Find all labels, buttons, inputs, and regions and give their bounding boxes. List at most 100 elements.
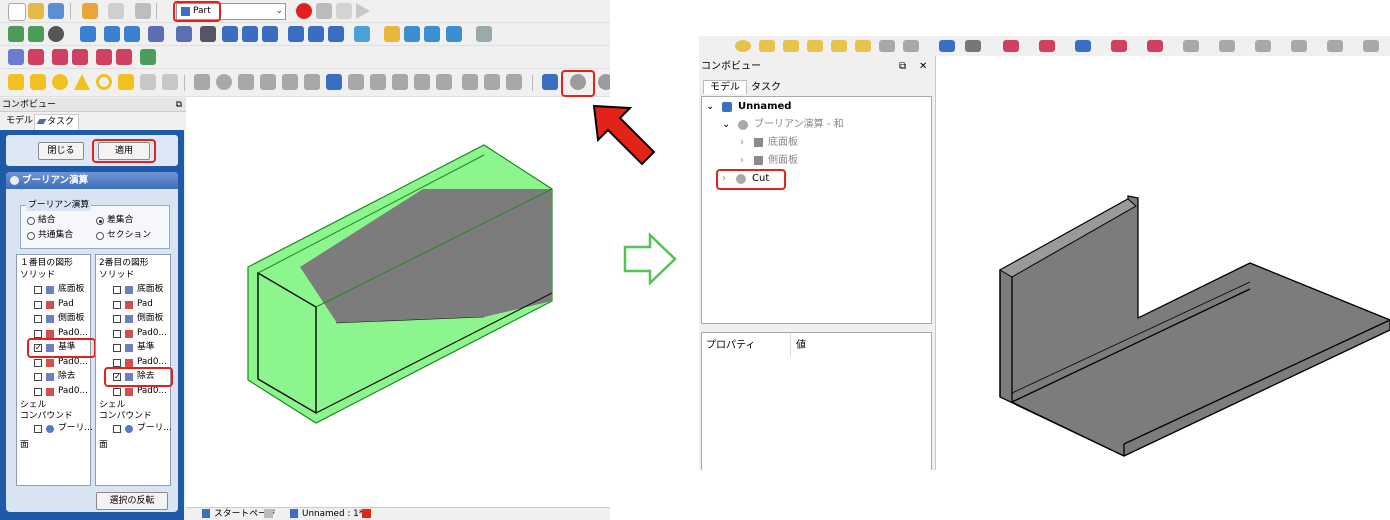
3d-view-left[interactable] [186,97,610,507]
first-compound-checkbox[interactable] [34,425,42,433]
close-icon[interactable]: ✕ [919,60,927,73]
radio-section[interactable] [96,232,104,240]
close-button[interactable]: 閉じる [38,142,84,160]
record-macro-icon[interactable] [296,3,312,19]
first-shape-item-checkbox[interactable] [34,329,42,338]
top-view-icon[interactable] [242,26,258,42]
tree-boolean[interactable]: ブーリアン演算 - 和 [754,118,844,131]
float-icon[interactable]: ⧉ [899,60,906,73]
first-shape-item-checkbox[interactable] [34,286,42,294]
stop-macro-icon[interactable] [316,3,332,19]
projection-icon[interactable] [484,74,500,90]
chevron-down-icon[interactable]: ⌄ [722,118,730,131]
3d-view-right[interactable] [936,56,1390,470]
toolbar-icon[interactable] [903,40,919,52]
part-tool-icon-7[interactable] [140,49,156,65]
toolbar-icon[interactable] [1039,40,1055,52]
toolbar-icon[interactable] [939,40,955,52]
whats-this-icon[interactable] [476,26,492,42]
ruled-surface-icon[interactable] [326,74,342,90]
thickness-icon[interactable] [462,74,478,90]
section-icon[interactable] [392,74,408,90]
toolbar-icon[interactable] [783,40,799,52]
sync-view-icon[interactable] [80,26,96,42]
front-view-icon[interactable] [222,26,238,42]
macro-edit-icon[interactable] [336,3,352,19]
part-tool-icon-6[interactable] [116,49,132,65]
draw-style-icon[interactable] [48,26,64,42]
attachment-icon[interactable] [506,74,522,90]
cone-icon[interactable] [74,74,90,90]
new-document-icon[interactable] [8,3,26,21]
link-actions-icon[interactable] [446,26,462,42]
left-view-icon[interactable] [328,26,344,42]
shape-builder-icon[interactable] [162,74,178,90]
link-icon[interactable] [424,26,440,42]
open-folder-icon[interactable] [28,3,44,19]
box-icon[interactable] [8,74,24,90]
tab-model[interactable]: モデル [2,114,37,129]
toolbar-icon[interactable] [831,40,847,52]
create-group-icon[interactable] [404,26,420,42]
save-icon[interactable] [48,3,64,19]
close-icon[interactable] [362,509,371,518]
offset-icon[interactable] [436,74,452,90]
second-shape-item-checkbox[interactable] [113,344,121,352]
extrude-icon[interactable] [194,74,210,90]
second-shape-item-checkbox[interactable] [113,387,121,396]
first-shape-item-checkbox[interactable] [34,358,42,367]
close-icon[interactable] [264,509,273,518]
toolbar-icon[interactable] [1363,40,1379,52]
chevron-right-icon[interactable]: › [740,136,744,149]
toolbar-icon[interactable] [855,40,871,52]
back-arrow-icon[interactable] [104,26,120,42]
tab-model[interactable]: モデル [703,80,747,94]
bottom-view-icon[interactable] [308,26,324,42]
create-part-icon[interactable] [384,26,400,42]
revolve-icon[interactable] [216,74,232,90]
float-icon[interactable]: ⧉ [176,98,182,112]
second-compound-checkbox[interactable] [113,425,121,433]
fillet-icon[interactable] [260,74,276,90]
tree-child-bottom[interactable]: 底面板 [768,136,798,149]
tab-task[interactable]: タスク [34,114,80,130]
first-shape-item-checkbox[interactable] [34,373,42,381]
part-tool-icon-4[interactable] [72,49,88,65]
radio-union[interactable] [27,217,35,225]
first-shape-item-checkbox[interactable] [34,300,42,309]
part-tool-icon-2[interactable] [28,49,44,65]
toolbar-icon[interactable] [1111,40,1127,52]
zoom-icon[interactable] [176,26,192,42]
toolbar-icon[interactable] [807,40,823,52]
toolbar-icon[interactable] [879,40,895,52]
make-face-icon[interactable] [304,74,320,90]
right-view-icon[interactable] [262,26,278,42]
sweep-icon[interactable] [370,74,386,90]
undo-icon[interactable] [82,3,98,19]
tube-icon[interactable] [118,74,134,90]
toolbar-icon[interactable] [1147,40,1163,52]
toolbar-icon[interactable] [1291,40,1307,52]
forward-arrow-icon[interactable] [124,26,140,42]
tab-task[interactable]: タスク [745,81,787,94]
toolbar-icon[interactable] [759,40,775,52]
tab-unnamed[interactable]: Unnamed : 1* [302,509,363,520]
cut-icon[interactable] [598,74,610,90]
isometric-icon[interactable] [200,26,216,42]
rear-view-icon[interactable] [288,26,304,42]
run-macro-icon[interactable] [356,3,370,19]
toolbar-icon[interactable] [1183,40,1199,52]
cylinder-icon[interactable] [30,74,46,90]
part-tool-icon-1[interactable] [8,49,24,65]
fit-all-icon[interactable] [8,26,24,42]
part-tool-icon-5[interactable] [96,49,112,65]
compound-tools-icon[interactable] [542,74,558,90]
chamfer-icon[interactable] [282,74,298,90]
measure-icon[interactable] [354,26,370,42]
model-tree[interactable]: ⌄ Unnamed ⌄ ブーリアン演算 - 和 › 底面板 › 側面板 › Cu… [701,96,932,324]
tree-child-side[interactable]: 側面板 [768,154,798,167]
tree-root[interactable]: Unnamed [738,100,791,113]
fit-selection-icon[interactable] [28,26,44,42]
toolbar-icon[interactable] [735,40,751,52]
mirror-icon[interactable] [238,74,254,90]
